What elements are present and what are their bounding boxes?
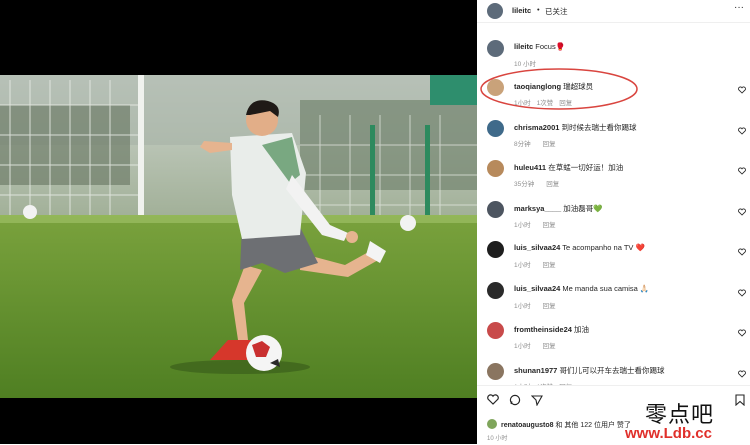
comment-row: marksya____ 加油磊哥💚 1小时 回复 <box>477 200 750 239</box>
comment-time: 8分钟 <box>514 140 531 148</box>
caption-avatar[interactable] <box>487 40 504 57</box>
liker-username[interactable]: renatoaugusto8 <box>501 422 554 429</box>
commenter-username[interactable]: shunan1977 <box>514 366 557 375</box>
reply-button[interactable]: 回复 <box>543 262 556 269</box>
caption-text: Focus🥊 <box>535 42 566 51</box>
like-comment-icon[interactable] <box>738 289 746 297</box>
share-icon[interactable] <box>531 394 543 406</box>
reply-button[interactable]: 回复 <box>543 141 556 148</box>
comment-text: 在草蜢一切好运！加油 <box>548 163 624 172</box>
like-comment-icon[interactable] <box>738 208 746 216</box>
like-comment-icon[interactable] <box>738 86 746 94</box>
comment-row: fromtheinside24 加油 1小时 回复 <box>477 322 750 360</box>
comments-panel: lileitc • 已关注 ··· lileitc Focus🥊 10 小时 t… <box>477 0 750 444</box>
follow-status[interactable]: 已关注 <box>545 6 568 17</box>
likes-line: renatoaugusto8 和 其他 122 位用户 赞了 <box>501 420 631 430</box>
comment-icon[interactable] <box>509 394 521 406</box>
photo-panel <box>0 0 477 444</box>
author-avatar[interactable] <box>487 3 503 19</box>
comment-text: Me manda sua camisa 🙏🏻 <box>562 283 650 293</box>
commenter-username[interactable]: luis_silvaa24 <box>514 243 560 252</box>
commenter-avatar[interactable] <box>487 160 504 177</box>
caption-author[interactable]: lileitc <box>514 42 533 51</box>
commenter-avatar[interactable] <box>487 241 504 258</box>
commenter-avatar[interactable] <box>487 200 504 218</box>
comment-likes[interactable]: 1次赞 <box>537 100 554 107</box>
comment-text: 加油 <box>574 325 590 334</box>
commenter-avatar[interactable] <box>487 322 504 339</box>
comment-text: Te acompanho na TV ❤️ <box>562 243 645 252</box>
post-photo <box>0 75 477 398</box>
save-icon[interactable] <box>735 394 745 406</box>
watermark-url: www.Ldb.cc <box>625 425 712 442</box>
commenter-avatar[interactable] <box>487 119 504 137</box>
reply-button[interactable]: 回复 <box>559 100 572 107</box>
commenter-avatar[interactable] <box>487 281 504 299</box>
reply-button[interactable]: 回复 <box>543 303 556 310</box>
like-comment-icon[interactable] <box>738 167 746 175</box>
reply-button[interactable]: 回复 <box>546 181 559 188</box>
commenter-username[interactable]: chrisma2001 <box>514 123 559 132</box>
post-time: 10 小时 <box>487 436 508 442</box>
comment-row: huleu411 在草蜢一切好运！加油 35分钟 回复 <box>477 160 750 198</box>
comment-time: 1小时 <box>514 302 531 310</box>
commenter-avatar[interactable] <box>487 79 504 96</box>
like-comment-icon[interactable] <box>738 370 746 378</box>
commenter-username[interactable]: luis_silvaa24 <box>514 284 560 293</box>
like-comment-icon[interactable] <box>738 329 746 337</box>
comment-row: luis_silvaa24 Te acompanho na TV ❤️ 1小时 回复 <box>477 241 750 279</box>
likes-text[interactable]: 和 其他 122 位用户 赞了 <box>555 422 630 429</box>
reply-button[interactable]: 回复 <box>543 343 556 350</box>
comment-time: 1小时 <box>514 262 531 269</box>
comment-text: 哥们儿可以开车去瑞士看你踢球 <box>559 365 665 375</box>
reply-button[interactable]: 回复 <box>543 222 556 229</box>
like-comment-icon[interactable] <box>738 127 746 135</box>
commenter-avatar[interactable] <box>487 362 504 380</box>
commenter-username[interactable]: marksya____ <box>514 204 561 213</box>
comment-time: 1小时 <box>514 221 531 229</box>
commenter-username[interactable]: huleu411 <box>514 163 546 172</box>
comment-row: chrisma2001 到时候去瑞士看你踢球 8分钟 回复 <box>477 119 750 158</box>
comment-text: 加油磊哥💚 <box>563 203 603 213</box>
header-separator: • <box>537 5 540 14</box>
comment-time: 1小时 <box>514 100 531 107</box>
commenter-username[interactable]: fromtheinside24 <box>514 325 572 334</box>
more-options-icon[interactable]: ··· <box>734 2 744 13</box>
comment-time: 35分钟 <box>514 181 535 188</box>
like-comment-icon[interactable] <box>738 248 746 256</box>
football-player-photo <box>0 75 477 398</box>
comment-text: 到时候去瑞士看你踢球 <box>561 122 637 132</box>
comment-row: taoqianglong 瑞超球员 1小时 1次赞 回复 <box>477 79 750 117</box>
post-header: lileitc • 已关注 ··· <box>477 0 750 23</box>
commenter-username[interactable]: taoqianglong <box>514 82 561 91</box>
liker-avatar[interactable] <box>487 419 497 429</box>
heart-icon[interactable] <box>487 394 499 405</box>
comment-time: 1小时 <box>514 343 531 350</box>
comment-row: luis_silvaa24 Me manda sua camisa 🙏🏻 1小时 回… <box>477 281 750 320</box>
comment-text: 瑞超球员 <box>563 82 594 91</box>
author-username[interactable]: lileitc <box>512 6 531 15</box>
